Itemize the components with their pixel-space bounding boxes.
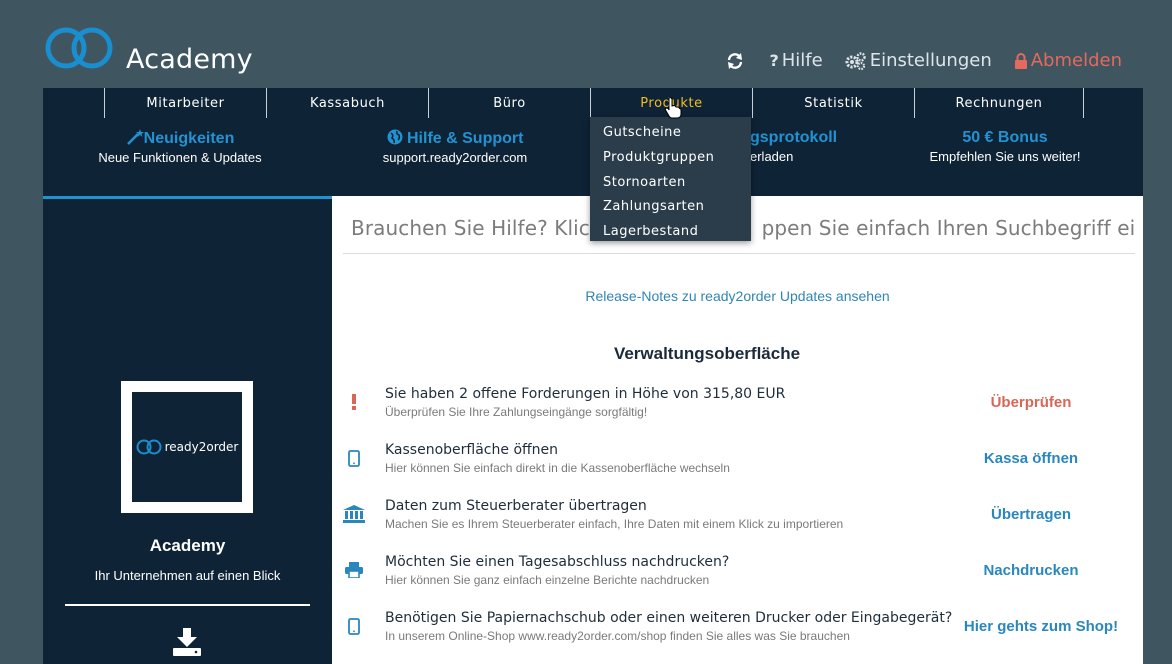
printer-icon [341,554,367,586]
bank-icon [341,498,367,530]
logout-button[interactable]: Abmelden [1014,50,1122,71]
rings-logo-icon [136,439,162,455]
list-item-title: Kassenoberfläche öffnen [385,442,559,458]
nav-item-mitarbeiter[interactable]: Mitarbeiter [104,88,266,118]
menu-item-payment-types[interactable]: Zahlungsarten [590,195,751,220]
hand-cursor-icon [664,97,682,119]
question-icon: ? [769,51,779,70]
check-payments-button[interactable]: Überprüfen [931,394,1131,411]
academy-logo[interactable] [45,24,113,72]
gears-icon [845,51,866,70]
list-item-title: Sie haben 2 offene Forderungen in Höhe v… [385,386,786,402]
rings-logo-icon [45,27,113,69]
exclamation-icon [341,386,367,418]
download-button[interactable] [172,628,202,661]
list-item: Möchten Sie einen Tagesabschluss nachdru… [332,554,1143,598]
company-logo-text: ready2order [164,440,239,454]
list-item-title: Daten zum Steuerberater übertragen [385,498,647,514]
open-pos-button[interactable]: Kassa öffnen [931,450,1131,467]
feature-news-title: Neuigkeiten [50,129,310,148]
reprint-button[interactable]: Nachdrucken [931,562,1131,579]
nav-item-buero[interactable]: Büro [428,88,590,118]
release-notes-link[interactable]: Release-Notes zu ready2order Updates ans… [332,288,1143,304]
list-item-desc: Machen Sie es Ihrem Steuerberater einfac… [385,517,844,531]
search-placeholder: Brauchen Sie Hilfe? Klick [351,216,602,240]
menu-item-vouchers[interactable]: Gutscheine [590,121,751,146]
list-item: Sie haben 2 offene Forderungen in Höhe v… [332,386,1143,430]
nav-item-rechnungen[interactable]: Rechnungen [914,88,1084,118]
tablet-icon [341,442,367,474]
feature-support-title: Hilfe & Support [325,129,585,148]
magic-wand-icon [126,129,144,145]
sidebar-subtitle: Ihr Unternehmen auf einen Blick [94,568,281,583]
list-item-desc: Hier können Sie einfach direkt in die Ka… [385,461,730,475]
search-underline [343,253,1135,254]
feature-news-title-text: Neuigkeiten [143,130,235,147]
menu-item-product-groups[interactable]: Produktgruppen [590,146,751,171]
feature-news-subtitle: Neue Funktionen & Updates [98,150,262,165]
settings-label: Einstellungen [869,50,992,71]
shop-button[interactable]: Hier gehts zum Shop! [951,618,1131,635]
feature-support-subtitle: support.ready2order.com [382,150,528,165]
list-item-desc: Überprüfen Sie Ihre Zahlungseingänge sor… [385,405,648,419]
globe-icon [387,129,403,145]
list-item-desc: In unserem Online-Shop www.ready2order.c… [385,629,850,643]
help-button[interactable]: ? Hilfe [769,50,822,71]
settings-button[interactable]: Einstellungen [845,50,992,71]
company-logo: ready2order [121,381,253,513]
feature-bonus-title: 50 € Bonus [962,129,1048,146]
logout-label: Abmelden [1030,50,1122,71]
feature-news[interactable]: Neuigkeiten Neue Funktionen & Updates [50,129,310,165]
section-title: Verwaltungsoberfläche [613,344,801,363]
products-dropdown: Gutscheine Produktgruppen Stornoarten Za… [590,117,751,241]
list-item: Daten zum Steuerberater übertragen Mache… [332,498,1143,542]
list-item-desc: Hier können Sie ganz einfach einzelne Be… [385,573,710,587]
feature-bonus-subtitle: Empfehlen Sie uns weiter! [929,149,1081,164]
feature-support-title-text: Hilfe & Support [407,130,524,147]
search-placeholder-tail: ppen Sie einfach Ihren Suchbegriff ein..… [761,216,1137,240]
menu-item-inventory[interactable]: Lagerbestand [590,220,751,245]
sidebar-accent-bar [43,196,332,199]
download-icon [173,628,201,656]
content-area: Brauchen Sie Hilfe? Klick ppen Sie einfac… [332,196,1143,664]
feature-support[interactable]: Hilfe & Support support.ready2order.com [325,129,585,165]
menu-item-cancellation-types[interactable]: Stornoarten [590,171,751,196]
top-actions: ? Hilfe Einstellungen Abmelden [726,50,1122,71]
help-label: Hilfe [781,50,823,71]
refresh-icon [728,52,743,69]
sidebar-divider [65,604,310,606]
sidebar-title: Academy [149,536,226,555]
company-logo-inner: ready2order [132,392,242,502]
list-item: Benötigen Sie Papiernachschub oder einen… [332,610,1143,654]
list-item-title: Benötigen Sie Papiernachschub oder einen… [385,610,953,626]
refresh-button[interactable] [726,52,747,70]
list-item-title: Möchten Sie einen Tagesabschluss nachdru… [385,554,730,570]
list-item: Kassenoberfläche öffnen Hier können Sie … [332,442,1143,486]
transfer-button[interactable]: Übertragen [931,506,1131,523]
feature-bonus[interactable]: 50 € Bonus Empfehlen Sie uns weiter! [875,129,1135,164]
tablet-icon [341,610,367,642]
main-nav: Mitarbeiter Kassabuch Büro Produkte Stat… [104,88,1084,118]
nav-item-statistik[interactable]: Statistik [752,88,914,118]
app-title: Academy [126,44,253,75]
lock-icon [1014,52,1027,69]
nav-item-kassabuch[interactable]: Kassabuch [266,88,428,118]
